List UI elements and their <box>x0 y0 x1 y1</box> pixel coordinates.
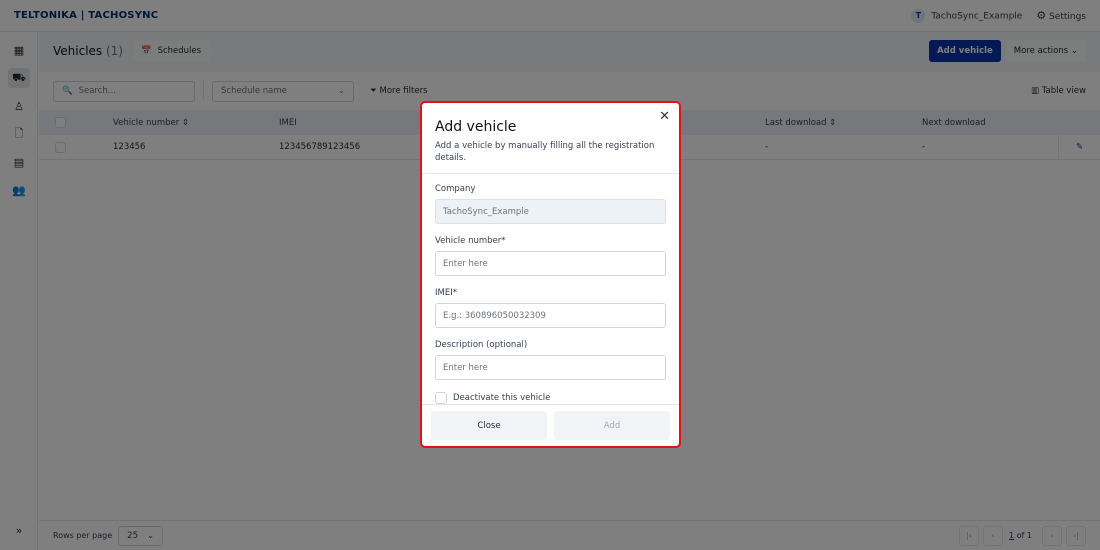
dialog-description: Add a vehicle by manually filling all th… <box>435 141 655 163</box>
vehicle-number-label: Vehicle number* <box>435 236 506 246</box>
add-button[interactable]: Add <box>554 411 670 440</box>
description-label: Description (optional) <box>435 340 528 350</box>
checkbox[interactable] <box>435 392 447 404</box>
description-input[interactable]: Enter here <box>435 355 666 380</box>
close-icon[interactable]: ✕ <box>659 109 670 124</box>
company-label: Company <box>435 184 476 194</box>
company-field: TachoSync_Example <box>435 199 666 224</box>
dialog-title: Add vehicle <box>435 119 517 135</box>
deactivate-checkbox[interactable]: Deactivate this vehicle <box>435 392 666 404</box>
close-button[interactable]: Close <box>431 411 547 440</box>
imei-label: IMEI* <box>435 288 457 298</box>
add-vehicle-dialog: Add vehicle Add a vehicle by manually fi… <box>420 101 681 448</box>
imei-input[interactable]: E.g.: 360896050032309 <box>435 303 666 328</box>
vehicle-number-input[interactable]: Enter here <box>435 251 666 276</box>
